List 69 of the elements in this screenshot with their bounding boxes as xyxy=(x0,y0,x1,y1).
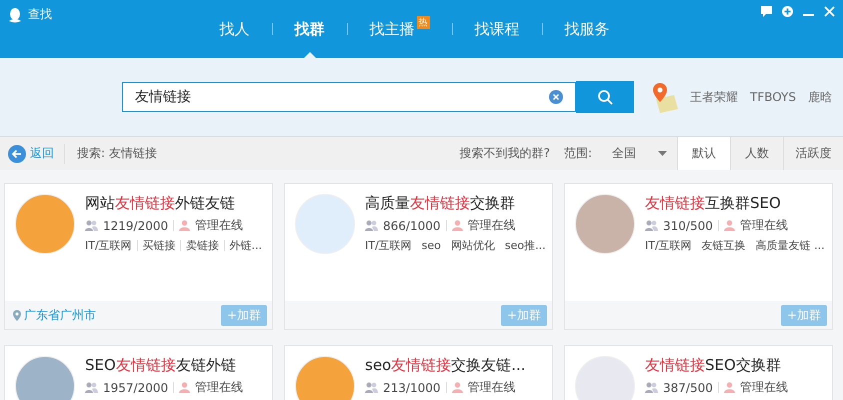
nav-tab[interactable]: 找人 xyxy=(198,0,272,58)
map-pin-icon[interactable] xyxy=(650,81,678,113)
group-tag: 卖链接 xyxy=(186,238,219,253)
member-count: 213/1000 xyxy=(383,380,440,394)
sort-tab[interactable]: 活跃度 xyxy=(783,137,843,170)
help-link[interactable]: 搜索不到我的群? xyxy=(460,145,550,162)
window-title: 查找 xyxy=(28,6,52,23)
person-icon xyxy=(452,382,462,393)
person-icon xyxy=(452,220,462,231)
group-tag: seo xyxy=(422,239,441,252)
admin-status: 管理在线 xyxy=(740,217,788,234)
nav-tab[interactable]: 找课程 xyxy=(452,0,542,58)
member-count: 310/500 xyxy=(663,218,713,232)
person-icon xyxy=(724,382,735,393)
member-count: 1957/2000 xyxy=(103,380,168,394)
admin-status: 管理在线 xyxy=(468,217,516,234)
hot-keyword-link[interactable]: TFBOYS xyxy=(750,90,796,104)
nav-tab[interactable]: 找主播 热 xyxy=(348,0,452,58)
person-icon xyxy=(724,220,735,231)
close-icon[interactable] xyxy=(824,6,835,17)
search-icon xyxy=(597,89,613,105)
search-field[interactable]: 友情链接 xyxy=(122,82,576,112)
group-tag: 网站优化 xyxy=(450,238,495,253)
group-name[interactable]: 网站友情链接外链友链 xyxy=(85,194,262,213)
people-icon xyxy=(645,382,658,393)
range-dropdown[interactable]: 全国 xyxy=(592,145,677,162)
person-icon xyxy=(179,220,190,231)
people-icon xyxy=(365,220,378,231)
feedback-icon[interactable] xyxy=(761,6,772,17)
group-tag: 买链接 xyxy=(142,238,176,253)
hot-keyword-link[interactable]: 王者荣耀 xyxy=(690,88,738,106)
nav-tab[interactable]: 找服务 xyxy=(542,0,632,58)
location-pin-icon xyxy=(13,310,21,320)
admin-status: 管理在线 xyxy=(195,217,244,234)
hot-badge: 热 xyxy=(416,16,430,29)
plus-icon[interactable] xyxy=(782,6,793,17)
search-query-text: 搜索: 友情链接 xyxy=(77,145,157,162)
group-tag: 友链互换 xyxy=(702,238,746,253)
member-count: 387/500 xyxy=(663,380,713,394)
group-name[interactable]: seo友情链接交换友链... xyxy=(365,356,526,375)
penguin-icon xyxy=(8,6,22,22)
group-name[interactable]: 友情链接SEO交换群 xyxy=(645,356,788,375)
member-count: 1219/2000 xyxy=(103,218,168,232)
people-icon xyxy=(85,220,98,231)
group-name[interactable]: SEO友情链接友链外链 xyxy=(85,356,244,375)
group-tag: seo推... xyxy=(504,238,546,253)
member-count: 866/1000 xyxy=(383,218,440,232)
person-icon xyxy=(179,382,190,393)
hot-keyword-link[interactable]: 鹿晗 xyxy=(808,88,832,106)
sort-tab[interactable]: 默认 xyxy=(677,137,730,170)
group-tag: 高质量友链 ... xyxy=(756,238,825,253)
group-name[interactable]: 高质量友情链接交换群 xyxy=(365,194,542,213)
group-tag: IT/互联网 xyxy=(365,238,412,253)
people-icon xyxy=(85,382,98,393)
search-button[interactable] xyxy=(576,81,634,113)
admin-status: 管理在线 xyxy=(740,379,788,396)
group-tag: 外链... xyxy=(230,238,262,253)
caret-icon xyxy=(658,151,667,156)
admin-status: 管理在线 xyxy=(195,379,244,396)
range-label: 范围: xyxy=(564,145,592,162)
group-name[interactable]: 友情链接互换群SEO xyxy=(645,194,822,213)
sort-tab[interactable]: 人数 xyxy=(730,137,783,170)
people-icon xyxy=(645,220,658,231)
clear-icon[interactable] xyxy=(549,90,563,104)
location-text: 广东省广州市 xyxy=(13,306,96,324)
group-tag: IT/互联网 xyxy=(645,238,692,253)
group-tag: IT/互联网 xyxy=(85,238,132,253)
admin-status: 管理在线 xyxy=(468,379,516,396)
people-icon xyxy=(365,382,378,393)
